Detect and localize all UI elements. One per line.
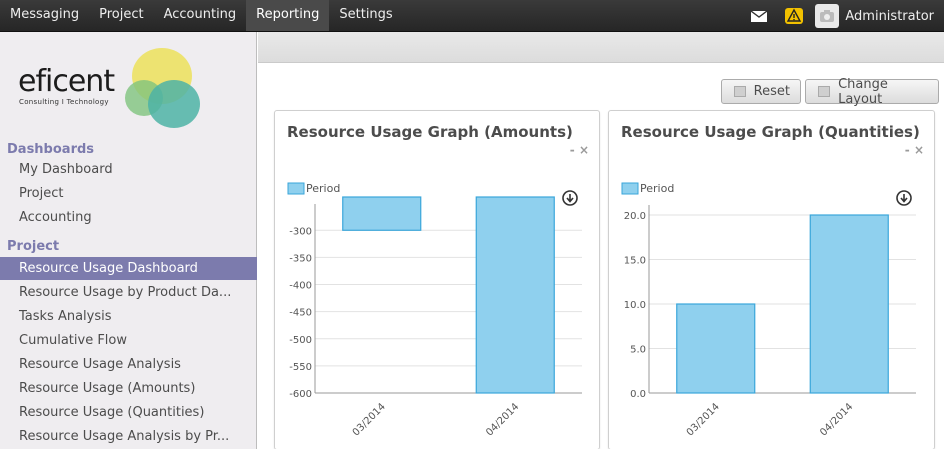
logo[interactable]: eficent Consulting I Technology — [18, 46, 203, 138]
x-tick-label: 04/2014 — [484, 401, 521, 438]
sidebar-item-resource-usage-amounts[interactable]: Resource Usage (Amounts) — [0, 377, 257, 400]
y-tick-label: -500 — [289, 335, 312, 346]
layout-icon — [818, 86, 831, 97]
avatar-camera-icon — [820, 10, 835, 22]
sidebar-item-resource-usage-quantities[interactable]: Resource Usage (Quantities) — [0, 401, 257, 424]
y-tick-label: 15.0 — [624, 256, 646, 267]
legend-swatch — [621, 182, 639, 195]
download-icon — [562, 190, 578, 206]
logo-blobs-icon — [125, 48, 200, 128]
top-bar: Messaging Project Accounting Reporting S… — [0, 0, 944, 32]
x-tick-label: 03/2014 — [351, 401, 388, 438]
reset-label: Reset — [753, 84, 790, 99]
bar — [342, 196, 422, 231]
section-project: Project — [7, 239, 60, 254]
legend-label: Period — [306, 182, 340, 195]
main-menu: Messaging Project Accounting Reporting S… — [0, 0, 403, 32]
sidebar-item-resource-usage-analysis[interactable]: Resource Usage Analysis — [0, 353, 257, 376]
y-tick-label: -400 — [289, 281, 312, 292]
x-tick-label: 04/2014 — [818, 401, 855, 438]
sidebar-item-accounting[interactable]: Accounting — [0, 206, 257, 229]
y-tick-label: -600 — [289, 389, 312, 400]
bar — [475, 196, 555, 394]
sidebar-item-cumulative-flow[interactable]: Cumulative Flow — [0, 329, 257, 352]
panel-tools[interactable]: - × — [570, 143, 589, 157]
bar — [809, 214, 889, 394]
y-tick-label: -300 — [289, 226, 312, 237]
sidebar: eficent Consulting I Technology Dashboar… — [0, 32, 257, 449]
alert-icon[interactable] — [785, 8, 804, 24]
menu-reporting[interactable]: Reporting — [246, 0, 330, 31]
quantities-chart: Period 0.0 5.0 10.0 15.0 20.0 03/2014 04/2014 — [621, 182, 916, 438]
panel-title: Resource Usage Graph (Quantities) — [621, 123, 920, 141]
sidebar-item-resource-usage-dashboard[interactable]: Resource Usage Dashboard — [0, 257, 257, 280]
legend-label: Period — [640, 182, 674, 195]
change-layout-button[interactable]: Change Layout — [805, 76, 939, 107]
sidebar-item-resource-usage-analysis-by-pr[interactable]: Resource Usage Analysis by Pr... — [0, 425, 257, 448]
sidebar-item-my-dashboard[interactable]: My Dashboard — [0, 158, 257, 181]
sidebar-item-project[interactable]: Project — [0, 182, 257, 205]
legend-swatch — [287, 182, 305, 195]
mail-icon[interactable] — [751, 10, 768, 22]
reset-button[interactable]: Reset — [721, 79, 801, 104]
panel-amounts: Period -300 -350 -400 -450 -500 -550 -600 03/201… — [274, 110, 600, 449]
y-tick-label: 0.0 — [630, 389, 646, 400]
menu-accounting[interactable]: Accounting — [154, 0, 247, 31]
main-content: Reset Change Layout Period -300 -350 -400 -4… — [258, 32, 944, 449]
panel-tools[interactable]: - × — [905, 143, 924, 157]
bar — [676, 303, 756, 394]
sidebar-item-tasks-analysis[interactable]: Tasks Analysis — [0, 305, 257, 328]
sub-header-bar — [258, 32, 944, 63]
panel-title: Resource Usage Graph (Amounts) — [287, 123, 573, 141]
panel-quantities: Period 0.0 5.0 10.0 15.0 20.0 03/2014 04/2014 R… — [608, 110, 935, 449]
x-tick-label: 03/2014 — [685, 401, 722, 438]
amounts-chart: Period -300 -350 -400 -450 -500 -550 -600 03/201… — [287, 182, 582, 438]
y-tick-label: 5.0 — [630, 345, 646, 356]
y-tick-label: 20.0 — [624, 211, 646, 222]
download-icon — [896, 190, 912, 206]
layout-icon — [734, 86, 746, 97]
top-right-area: Administrator — [751, 0, 944, 32]
y-tick-label: -550 — [289, 362, 312, 373]
avatar[interactable] — [815, 4, 840, 28]
logo-tagline: Consulting I Technology — [19, 98, 109, 106]
menu-settings[interactable]: Settings — [329, 0, 402, 31]
y-tick-label: 10.0 — [624, 300, 646, 311]
logo-name: eficent — [18, 64, 115, 99]
y-tick-label: -450 — [289, 308, 312, 319]
username[interactable]: Administrator — [845, 9, 934, 24]
change-layout-label: Change Layout — [838, 76, 888, 107]
menu-project[interactable]: Project — [89, 0, 153, 31]
section-dashboards: Dashboards — [7, 142, 95, 157]
y-tick-label: -350 — [289, 253, 312, 264]
menu-messaging[interactable]: Messaging — [0, 0, 89, 31]
sidebar-item-resource-usage-by-product[interactable]: Resource Usage by Product Da... — [0, 281, 257, 304]
